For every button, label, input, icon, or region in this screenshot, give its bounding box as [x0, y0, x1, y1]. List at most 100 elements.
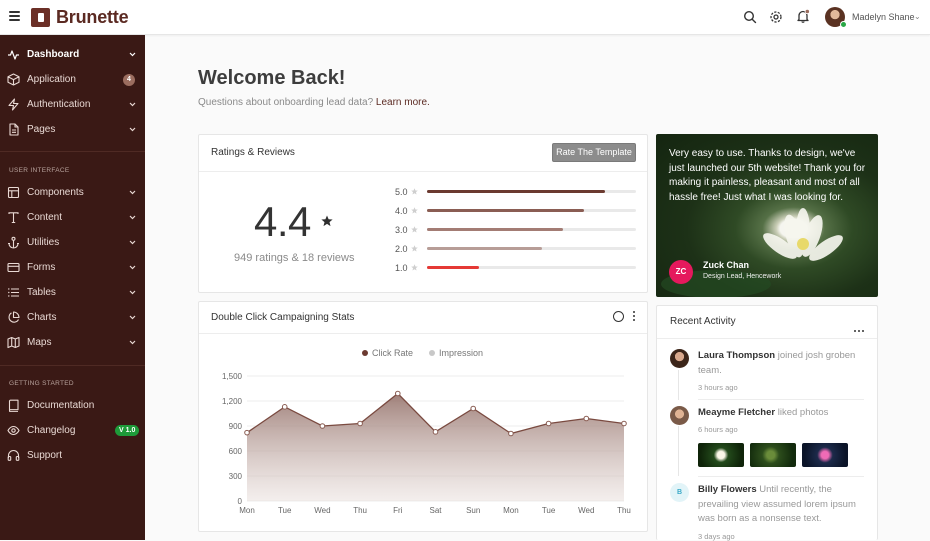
legend-label: Impression [439, 348, 484, 358]
campaign-stats-card: Double Click Campaigning Stats Click Rat… [198, 301, 648, 532]
star-icon [411, 245, 418, 252]
notification-badge: 4 [123, 74, 135, 86]
brand-name: Brunette [56, 7, 129, 27]
data-point [281, 404, 288, 410]
sidebar-item-tables[interactable]: Tables [0, 282, 145, 304]
star-icon [411, 188, 418, 195]
area-fill [247, 393, 624, 501]
avatar[interactable] [670, 349, 689, 368]
eye-icon [7, 425, 20, 436]
x-tick-label: Sun [466, 506, 480, 515]
sidebar-item-label: Support [27, 450, 63, 461]
chevron-down-icon[interactable]: ⌄ [914, 12, 921, 21]
data-point [583, 415, 590, 422]
sidebar-item-authentication[interactable]: Authentication [0, 94, 145, 116]
refresh-circle-icon[interactable] [613, 311, 624, 322]
rating-bar-label: 2.0 [395, 244, 408, 254]
user-avatar[interactable] [825, 7, 847, 28]
sidebar-item-documentation[interactable]: Documentation [0, 395, 145, 417]
data-point [357, 420, 363, 427]
map-icon [7, 336, 20, 349]
sidebar-item-content[interactable]: Content [0, 207, 145, 229]
area-chart: 1,5001,2009006003000Mon Tue Wed Thu Fri Sat Su… [222, 372, 631, 515]
card-header-divider [199, 171, 647, 172]
page-title: Welcome Back! [198, 67, 346, 89]
sidebar-item-maps[interactable]: Maps [0, 332, 145, 354]
sidebar-section-heading: USER INTERFACE [9, 167, 70, 174]
version-badge: V 1.0 [115, 425, 140, 436]
rate-template-button[interactable]: Rate The Template [552, 143, 636, 162]
activity-time: 3 hours ago [698, 383, 738, 392]
rating-bar-row: 4.0 [395, 205, 640, 217]
sidebar-item-application[interactable]: Application 4 [0, 69, 145, 91]
legend-dot [429, 350, 435, 356]
rating-bar-track [427, 266, 636, 269]
rating-bar-label: 1.0 [395, 263, 408, 273]
sidebar-item-utilities[interactable]: Utilities [0, 232, 145, 254]
testimonial-quote: Very easy to use. Thanks to design, we'v… [669, 148, 866, 203]
data-point [395, 390, 401, 397]
sidebar-section-heading: GETTING STARTED [9, 380, 74, 387]
y-tick-label: 300 [229, 472, 243, 481]
sidebar-item-label: Maps [27, 337, 52, 348]
sidebar-item-forms[interactable]: Forms [0, 257, 145, 279]
sidebar-item-changelog[interactable]: Changelog V 1.0 [0, 420, 145, 442]
rating-bar-row: 5.0 [395, 186, 640, 198]
activity-user[interactable]: Meayme Fletcher [698, 407, 775, 418]
photo-thumbnail[interactable] [802, 443, 848, 467]
activity-user[interactable]: Laura Thompson [698, 350, 775, 361]
avatar[interactable]: B [670, 483, 689, 502]
online-status-dot [840, 21, 847, 28]
more-horizontal-icon[interactable] [854, 319, 866, 332]
activity-icon [8, 50, 19, 60]
credit-card-icon [7, 262, 20, 273]
rating-bar-fill [427, 190, 605, 193]
star-icon [411, 226, 418, 233]
settings-gear-icon[interactable] [769, 10, 783, 24]
author-avatar: ZC [669, 260, 693, 284]
rating-bar-track [427, 190, 636, 193]
ratings-card: Ratings & Reviews Rate The Template 4.4 … [198, 134, 648, 293]
brand[interactable]: Brunette [31, 7, 129, 28]
avatar[interactable] [670, 406, 689, 425]
chevron-down-icon [129, 215, 136, 220]
search-icon[interactable] [743, 10, 757, 24]
activity-text: Laura Thompson joined josh groben team. [698, 350, 856, 376]
data-point [621, 420, 627, 427]
hamburger-menu-icon[interactable] [9, 11, 20, 21]
anchor-icon [8, 236, 19, 249]
x-tick-label: Thu [617, 506, 631, 515]
sidebar-item-charts[interactable]: Charts [0, 307, 145, 329]
x-tick-label: Tue [542, 506, 556, 515]
photo-thumbnail[interactable] [750, 443, 796, 467]
sidebar-item-pages[interactable]: Pages [0, 119, 145, 141]
rating-bar-fill [427, 209, 584, 212]
sidebar-item-components[interactable]: Components [0, 182, 145, 204]
y-tick-label: 600 [229, 447, 243, 456]
y-tick-label: 1,500 [222, 372, 243, 381]
divider [698, 476, 864, 477]
x-tick-label: Sat [429, 506, 442, 515]
more-vertical-icon[interactable] [633, 311, 636, 322]
layout-icon [7, 186, 20, 199]
rating-bar-track [427, 209, 636, 212]
sidebar-item-support[interactable]: Support [0, 445, 145, 467]
data-point [545, 420, 552, 427]
rating-bar-fill [427, 228, 563, 231]
rating-bar-track [427, 247, 636, 250]
activity-user[interactable]: Billy Flowers [698, 484, 757, 495]
sidebar-item-dashboard[interactable]: Dashboard [0, 44, 145, 66]
star-icon [411, 264, 418, 271]
rating-bar-fill [427, 266, 480, 269]
photo-thumbnail[interactable] [698, 443, 744, 467]
package-icon [7, 73, 20, 86]
learn-more-link[interactable]: Learn more. [376, 97, 430, 108]
subtitle-text: Questions about onboarding lead data? [198, 97, 374, 108]
activity-text: Meayme Fletcher liked photos [698, 407, 829, 418]
card-header-divider [199, 333, 647, 334]
user-name[interactable]: Madelyn Shane [852, 12, 915, 22]
card-title: Ratings & Reviews [211, 147, 295, 158]
bell-icon[interactable] [796, 9, 810, 23]
headphones-icon [7, 450, 20, 461]
rating-bar-row: 2.0 [395, 243, 640, 255]
